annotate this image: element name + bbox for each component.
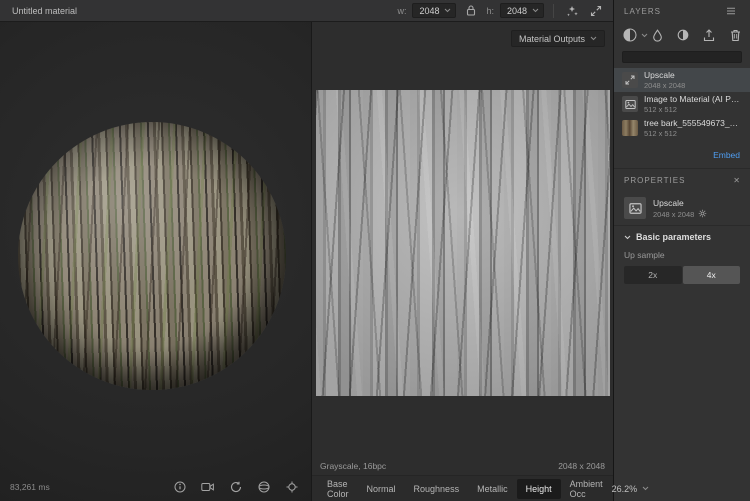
layers-actions	[648, 26, 744, 44]
properties-layer-thumbnail	[624, 197, 646, 219]
height-label: h:	[486, 6, 494, 16]
properties-panel-header: PROPERTIES ✕	[614, 169, 750, 191]
main-area: Untitled material w: 2048 h: 2048	[0, 0, 614, 501]
photo-sparkle-icon	[625, 99, 636, 110]
chevron-down-icon	[590, 36, 597, 41]
split-sphere-icon	[622, 27, 638, 43]
tab-normal[interactable]: Normal	[358, 479, 405, 499]
material-outputs-dropdown[interactable]: Material Outputs	[511, 30, 605, 47]
chevron-down-icon	[641, 33, 648, 38]
texture-resolution: 2048 x 2048	[558, 461, 605, 471]
tab-height[interactable]: Height	[517, 479, 561, 499]
basic-parameters-section[interactable]: Basic parameters	[614, 226, 750, 248]
viewport-3d-statusbar: 83,261 ms	[0, 473, 311, 501]
material-outputs-label: Material Outputs	[519, 34, 585, 44]
properties-panel-title: PROPERTIES	[624, 176, 685, 185]
render-time: 83,261 ms	[10, 482, 50, 492]
trash-icon[interactable]	[726, 26, 744, 44]
environment-sphere-icon[interactable]	[255, 478, 273, 496]
tab-base-color[interactable]: Base Color	[318, 474, 358, 501]
up-sample-label: Up sample	[614, 248, 750, 260]
layer-resolution: 512 x 512	[644, 105, 742, 114]
embed-row: Embed	[614, 140, 750, 168]
material-mode-toggle[interactable]	[622, 27, 648, 43]
layers-panel-header: LAYERS	[614, 0, 750, 22]
document-title: Untitled material	[12, 6, 77, 16]
tab-metallic[interactable]: Metallic	[468, 479, 517, 499]
layer-name: Upscale	[644, 70, 685, 80]
viewport-3d[interactable]: 83,261 ms	[0, 22, 312, 501]
layers-list: Upscale 2048 x 2048 Image to Material (A…	[614, 68, 750, 140]
properties-layer-texts: Upscale 2048 x 2048	[653, 198, 707, 219]
height-value: 2048	[507, 6, 532, 16]
pivot-target-icon[interactable]	[283, 478, 301, 496]
export-icon[interactable]	[700, 26, 718, 44]
layer-row-source-image[interactable]: tree bark_555549673_content_out_3.png 51…	[614, 116, 750, 140]
zoom-level-dropdown[interactable]: 26.2%	[612, 484, 650, 494]
right-panel: LAYERS	[614, 0, 750, 501]
tab-roughness[interactable]: Roughness	[405, 479, 469, 499]
width-input[interactable]: 2048	[412, 3, 456, 18]
channel-tab-bar: Base Color Normal Roughness Metallic Hei…	[312, 475, 613, 501]
info-icon[interactable]	[171, 478, 189, 496]
toolbar-divider	[553, 4, 554, 18]
application-window: Untitled material w: 2048 h: 2048	[0, 0, 750, 501]
layer-texts: Image to Material (AI Powered) 512 x 512	[644, 94, 742, 114]
layer-name: Image to Material (AI Powered)	[644, 94, 742, 104]
upscale-layer-thumbnail	[622, 72, 638, 88]
layers-toolbar	[614, 22, 750, 48]
tab-ambient-occlusion[interactable]: Ambient Occ	[561, 474, 612, 501]
viewport-2d[interactable]: Material Outputs Grayscale, 16bpc 2048 x…	[312, 22, 613, 501]
upsample-4x-button[interactable]: 4x	[683, 266, 741, 284]
properties-layer-resolution: 2048 x 2048	[653, 210, 694, 219]
upsample-2x-button[interactable]: 2x	[624, 266, 682, 284]
layer-resolution: 2048 x 2048	[644, 81, 685, 90]
properties-resolution-row: 2048 x 2048	[653, 209, 707, 219]
embed-link[interactable]: Embed	[713, 150, 740, 160]
properties-layer-name: Upscale	[653, 198, 707, 208]
gear-icon[interactable]	[698, 209, 707, 218]
close-properties-icon[interactable]: ✕	[733, 176, 740, 185]
viewport-3d-tools	[171, 478, 301, 496]
layers-panel-title: LAYERS	[624, 7, 661, 16]
filter-droplet-icon[interactable]	[648, 26, 666, 44]
panel-menu-icon[interactable]	[722, 2, 740, 20]
layer-row-image-to-material[interactable]: Image to Material (AI Powered) 512 x 512	[614, 92, 750, 116]
up-sample-options: 2x 4x	[624, 266, 740, 284]
width-label: w:	[397, 6, 406, 16]
upscale-arrows-icon	[625, 75, 635, 85]
lock-aspect-icon[interactable]	[462, 2, 480, 20]
camera-icon[interactable]	[199, 478, 217, 496]
viewports: 83,261 ms	[0, 22, 613, 501]
layer-row-upscale[interactable]: Upscale 2048 x 2048	[614, 68, 750, 92]
mask-circle-icon[interactable]	[674, 26, 692, 44]
photo-sparkle-icon	[629, 202, 642, 215]
top-bar: Untitled material w: 2048 h: 2048	[0, 0, 613, 22]
magic-wand-icon[interactable]	[563, 2, 581, 20]
properties-layer-item: Upscale 2048 x 2048	[614, 191, 750, 225]
layer-texts: tree bark_555549673_content_out_3.png 51…	[644, 118, 742, 138]
layer-resolution: 512 x 512	[644, 129, 742, 138]
material-preview-sphere[interactable]	[18, 122, 286, 390]
chevron-down-icon	[444, 8, 451, 13]
chevron-down-icon	[642, 486, 649, 491]
texture-format: Grayscale, 16bpc	[320, 461, 386, 471]
layer-filter-input[interactable]	[622, 51, 742, 63]
section-label: Basic parameters	[636, 232, 711, 242]
reset-rotation-icon[interactable]	[227, 478, 245, 496]
chevron-down-icon	[624, 235, 631, 240]
zoom-level-value: 26.2%	[612, 484, 638, 494]
texture-info-row: Grayscale, 16bpc 2048 x 2048	[312, 457, 613, 475]
layer-texts: Upscale 2048 x 2048	[644, 70, 685, 90]
chevron-down-icon	[532, 8, 539, 13]
bark-image-thumbnail	[622, 120, 638, 136]
height-input[interactable]: 2048	[500, 3, 544, 18]
fullscreen-expand-icon[interactable]	[587, 2, 605, 20]
top-bar-controls: w: 2048 h: 2048	[397, 2, 605, 20]
layer-name: tree bark_555549673_content_out_3.png	[644, 118, 742, 128]
width-value: 2048	[419, 6, 444, 16]
height-map-texture[interactable]	[316, 90, 610, 396]
image-to-material-thumbnail	[622, 96, 638, 112]
